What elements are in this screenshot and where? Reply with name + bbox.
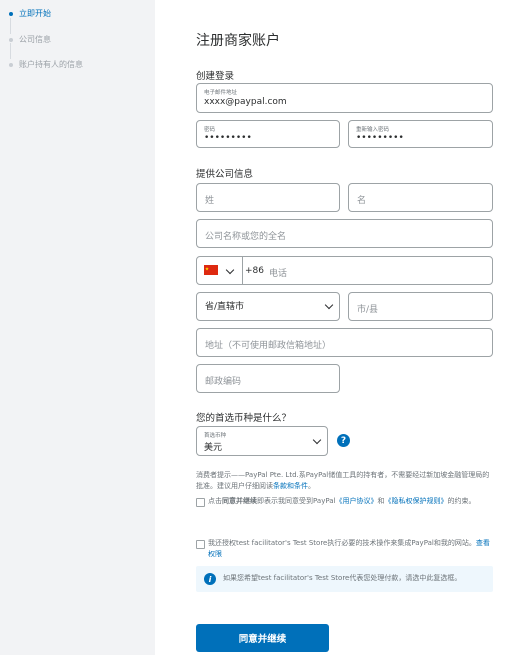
last-name-field[interactable]: 姓 bbox=[196, 183, 340, 212]
page-title: 注册商家账户 bbox=[196, 33, 280, 49]
info-box: i 如果您希望test facilitator's Test Store代表您处… bbox=[196, 566, 493, 592]
postal-code-field[interactable]: 邮政编码 bbox=[196, 364, 340, 393]
signup-form-panel: 注册商家账户 创建登录 电子邮件地址 xxxx@paypal.com 密码 ••… bbox=[155, 0, 516, 655]
currency-select[interactable]: 首选币种 美元 bbox=[196, 426, 328, 456]
step-dot bbox=[9, 62, 13, 67]
currency-label: 首选币种 bbox=[204, 433, 227, 439]
agreement-prefix: 点击 bbox=[208, 497, 222, 505]
agreement-bold: 同意并继续 bbox=[222, 497, 257, 505]
province-placeholder: 省/直辖市 bbox=[205, 302, 245, 312]
step-dot bbox=[9, 37, 13, 42]
currency-value: 美元 bbox=[204, 443, 223, 453]
confirm-password-field[interactable]: 重新输入密码 ••••••••• bbox=[348, 120, 493, 148]
address-placeholder: 地址（不可使用邮政信箱地址） bbox=[205, 341, 332, 351]
phone-placeholder: 电话 bbox=[269, 269, 288, 279]
currency-question: 您的首选币种是什么？ bbox=[196, 413, 292, 424]
confirm-password-value: ••••••••• bbox=[356, 133, 404, 143]
consumer-notice-end: 。 bbox=[308, 482, 315, 490]
company-section-title: 提供公司信息 bbox=[196, 169, 254, 180]
agreement-checkbox[interactable] bbox=[196, 498, 205, 507]
city-field[interactable]: 市/县 bbox=[348, 292, 493, 321]
agreement-suffix: 的约束。 bbox=[447, 497, 476, 505]
email-field[interactable]: 电子邮件地址 xxxx@paypal.com bbox=[196, 83, 493, 113]
authorize-checkbox[interactable] bbox=[196, 540, 205, 549]
password-label: 密码 bbox=[204, 127, 216, 133]
terms-link[interactable]: 条款和条件 bbox=[273, 482, 308, 490]
email-value: xxxx@paypal.com bbox=[204, 97, 287, 107]
step-account-holder: 账户持有人的信息 bbox=[9, 59, 83, 70]
china-flag-icon bbox=[204, 265, 218, 275]
help-icon-glyph: ? bbox=[340, 435, 347, 446]
step-label: 立即开始 bbox=[19, 9, 51, 18]
province-select[interactable]: 省/直辖市 bbox=[196, 292, 340, 321]
chevron-down-icon bbox=[312, 435, 322, 445]
authorize-text: 我还授权test facilitator's Test Store执行必要的技术… bbox=[208, 538, 493, 560]
step-dot bbox=[9, 11, 13, 16]
login-section-title: 创建登录 bbox=[196, 71, 235, 82]
phone-field[interactable]: +86 电话 bbox=[196, 256, 493, 285]
agreement-text: 点击同意并继续即表示我同意受到PayPal《用户协议》和《隐私权保护规则》的约束… bbox=[208, 496, 493, 507]
address-field[interactable]: 地址（不可使用邮政信箱地址） bbox=[196, 328, 493, 357]
privacy-policy-link[interactable]: 《隐私权保护规则》 bbox=[384, 497, 447, 505]
step-connector bbox=[10, 18, 11, 34]
agree-continue-button[interactable]: 同意并继续 bbox=[196, 624, 329, 652]
company-name-placeholder: 公司名称或您的全名 bbox=[205, 232, 287, 242]
user-agreement-link[interactable]: 《用户协议》 bbox=[335, 497, 377, 505]
first-name-placeholder: 名 bbox=[357, 196, 367, 206]
first-name-field[interactable]: 名 bbox=[348, 183, 493, 212]
progress-sidebar: 立即开始 公司信息 账户持有人的信息 bbox=[0, 0, 155, 655]
info-box-text: 如果您希望test facilitator's Test Store代表您处理付… bbox=[223, 574, 462, 582]
phone-country-code: +86 bbox=[245, 266, 264, 276]
step-get-started: 立即开始 bbox=[9, 8, 51, 19]
step-company-info: 公司信息 bbox=[9, 34, 51, 45]
email-label: 电子邮件地址 bbox=[204, 90, 238, 96]
step-connector bbox=[10, 43, 11, 59]
postal-code-placeholder: 邮政编码 bbox=[205, 377, 242, 387]
company-name-field[interactable]: 公司名称或您的全名 bbox=[196, 219, 493, 248]
help-icon[interactable]: ? bbox=[337, 434, 350, 447]
city-placeholder: 市/县 bbox=[357, 305, 379, 315]
password-field[interactable]: 密码 ••••••••• bbox=[196, 120, 340, 148]
chevron-down-icon bbox=[225, 265, 235, 275]
confirm-password-label: 重新输入密码 bbox=[356, 127, 390, 133]
consumer-notice-text: 消费者提示——PayPal Pte. Ltd.系PayPal储值工具的持有者，不… bbox=[196, 471, 490, 490]
step-label: 公司信息 bbox=[19, 35, 51, 44]
step-label: 账户持有人的信息 bbox=[19, 60, 83, 69]
agreement-middle: 即表示我同意受到PayPal bbox=[257, 497, 336, 505]
consumer-notice: 消费者提示——PayPal Pte. Ltd.系PayPal储值工具的持有者，不… bbox=[196, 470, 493, 492]
chevron-down-icon bbox=[324, 300, 334, 310]
info-icon: i bbox=[204, 573, 216, 585]
password-value: ••••••••• bbox=[204, 133, 252, 143]
last-name-placeholder: 姓 bbox=[205, 196, 215, 206]
authorize-text-body: 我还授权test facilitator's Test Store执行必要的技术… bbox=[208, 539, 476, 547]
country-code-select[interactable] bbox=[197, 257, 243, 284]
